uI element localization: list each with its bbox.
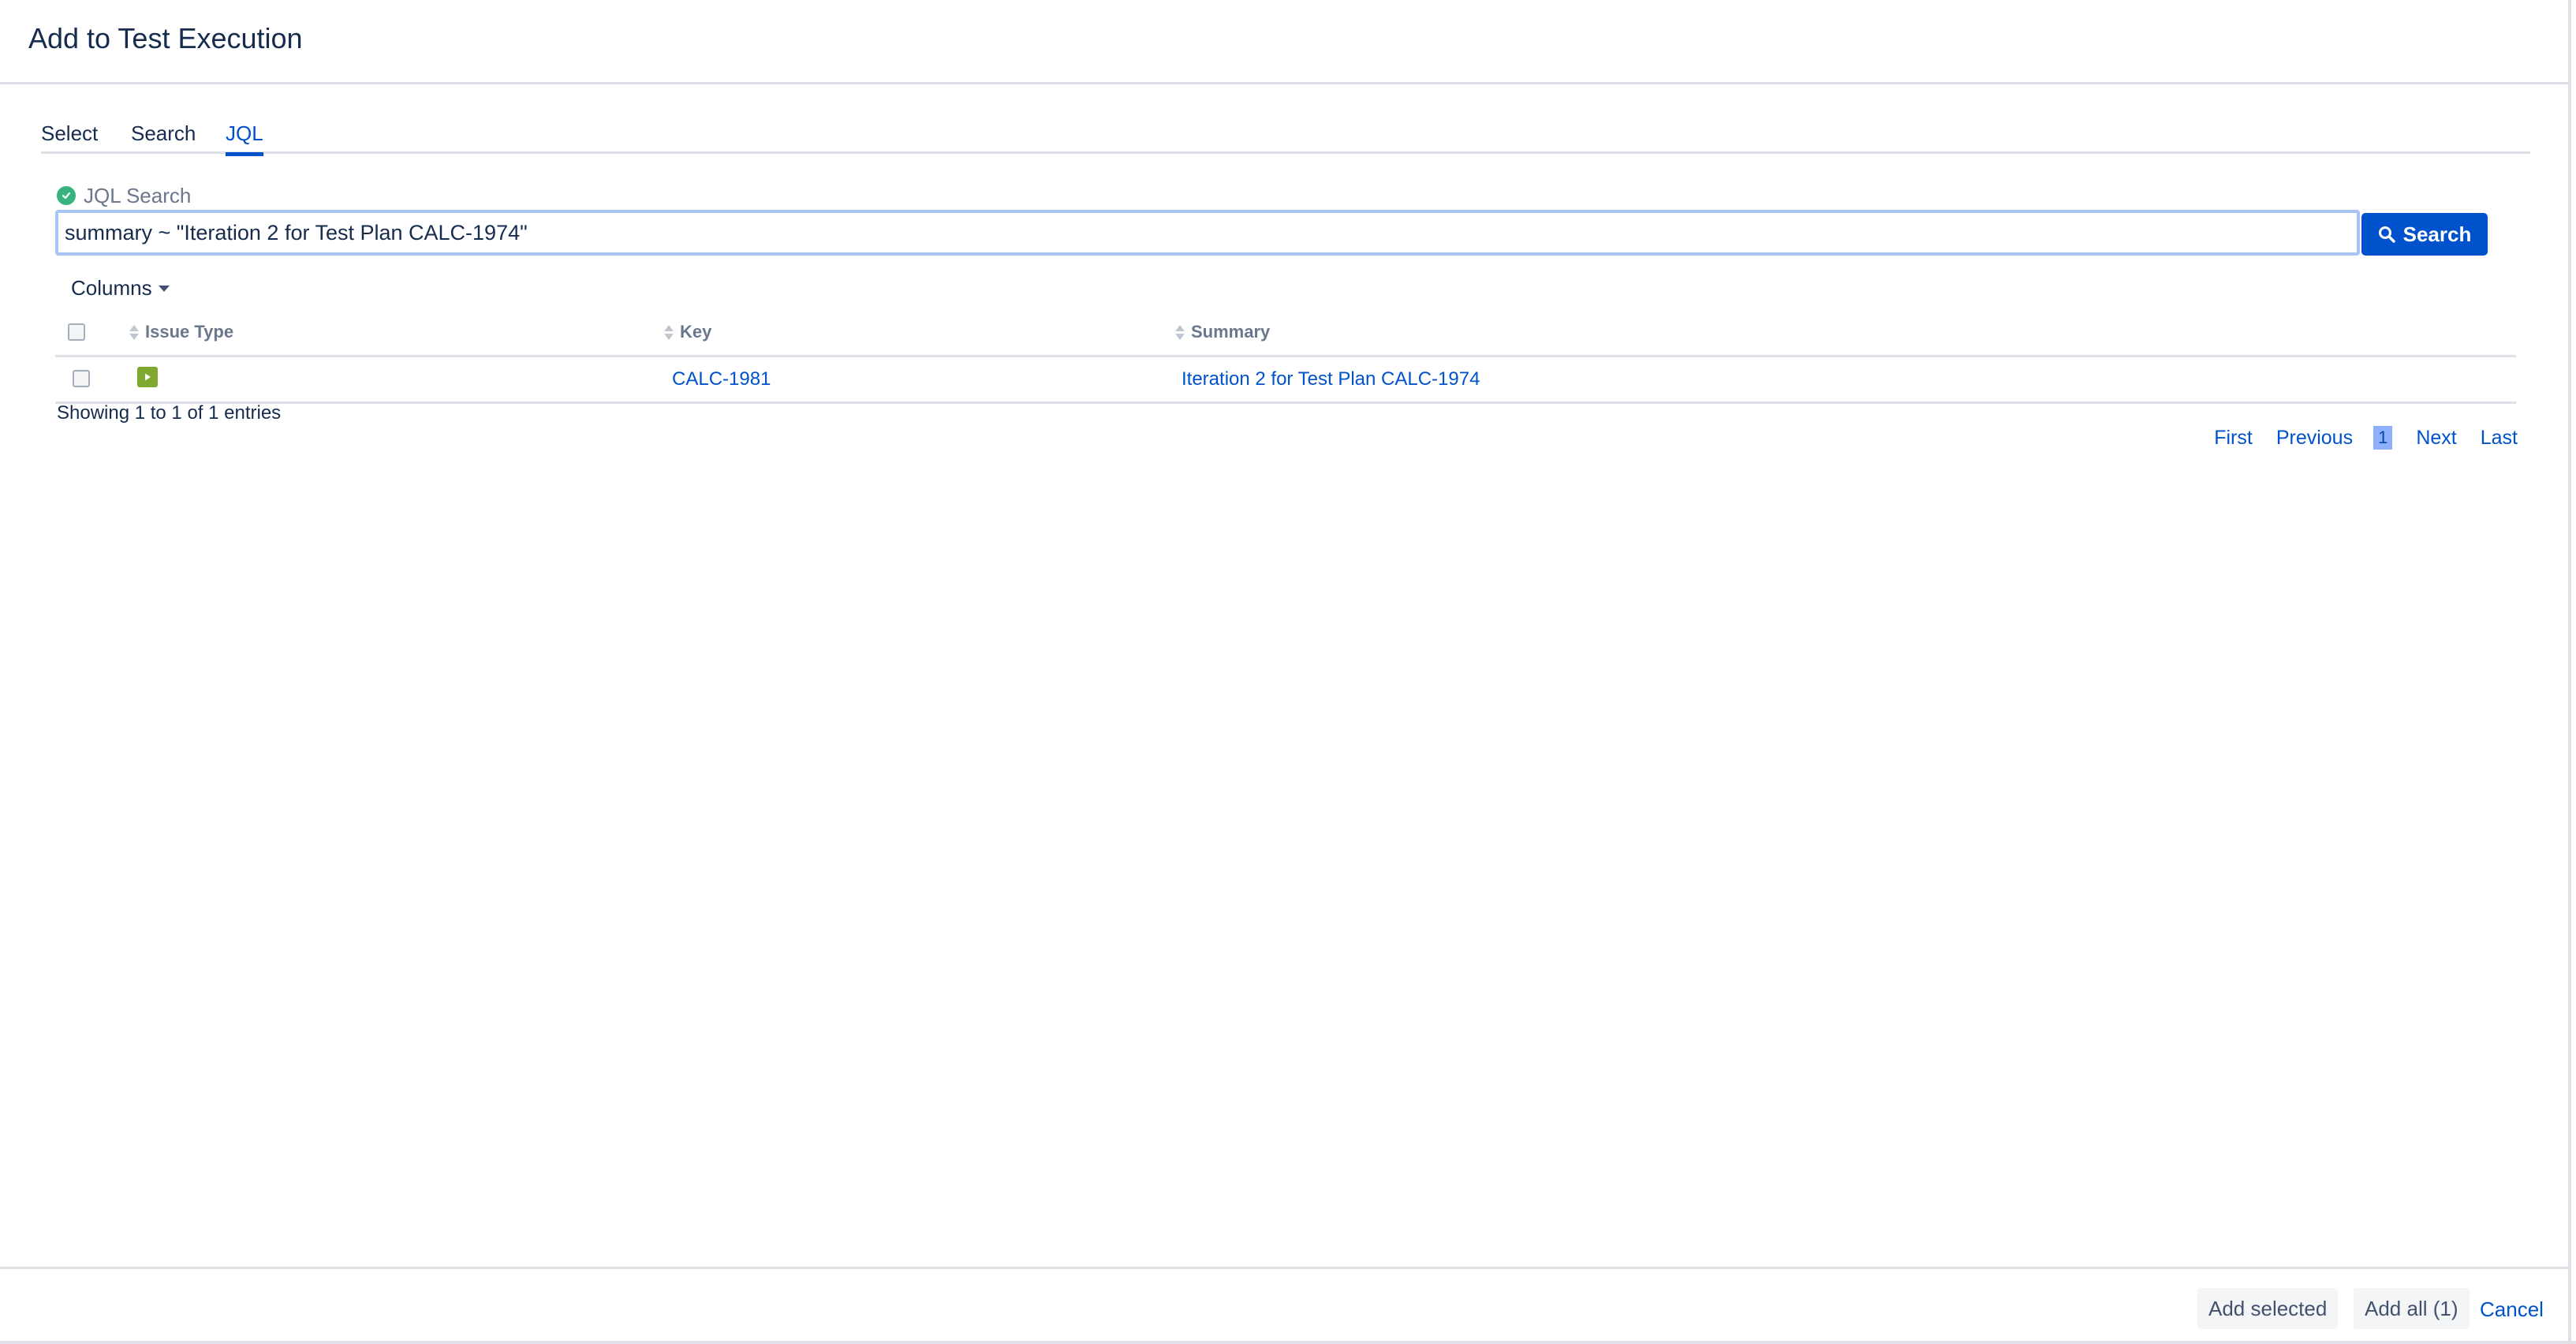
pagination-next[interactable]: Next [2416,427,2456,450]
search-button-label: Search [2402,222,2472,246]
column-header-summary-label: Summary [1191,322,1271,342]
tab-search[interactable]: Search [131,121,196,152]
pagination-current-page[interactable]: 1 [2373,426,2393,450]
select-all-checkbox[interactable] [68,323,85,341]
dialog-right-border [2568,0,2571,1344]
jql-label-row: JQL Search [57,183,191,208]
add-selected-button[interactable]: Add selected [2197,1288,2339,1329]
chevron-down-icon [158,285,170,292]
magnifier-icon [2378,226,2395,243]
sort-icon [129,324,139,340]
cancel-link[interactable]: Cancel [2480,1297,2544,1322]
test-execution-icon [137,367,158,387]
column-header-key[interactable]: Key [664,322,711,342]
column-header-key-label: Key [680,322,712,342]
table-header-row: Issue Type Key Summary [55,311,2516,357]
column-header-issue-type-label: Issue Type [145,322,234,342]
pagination-previous[interactable]: Previous [2276,427,2353,450]
search-button[interactable]: Search [2361,213,2488,256]
columns-dropdown[interactable]: Columns [71,276,170,301]
issue-key-link[interactable]: CALC-1981 [672,368,771,390]
row-checkbox[interactable] [73,370,90,387]
dialog-footer: Add selected Add all (1) Cancel [0,1267,2570,1343]
tab-jql[interactable]: JQL [226,121,263,156]
jql-search-label: JQL Search [84,183,192,207]
sort-icon [1175,324,1185,340]
issue-summary-link[interactable]: Iteration 2 for Test Plan CALC-1974 [1182,368,1480,390]
results-table: Issue Type Key Summary CALC-1981 Iterati… [55,311,2516,404]
tab-select[interactable]: Select [41,121,98,152]
sort-icon [664,324,674,340]
dialog-bottom-border [0,1341,2576,1344]
add-to-test-execution-dialog: Add to Test Execution Select Search JQL … [0,0,2576,1344]
pagination-last[interactable]: Last [2481,427,2518,450]
pagination-first[interactable]: First [2214,427,2253,450]
jql-query-input[interactable] [55,210,2360,256]
entries-info: Showing 1 to 1 of 1 entries [57,402,282,424]
tab-bar: Select Search JQL [41,118,2530,156]
table-row: CALC-1981 Iteration 2 for Test Plan CALC… [55,357,2516,404]
columns-label: Columns [71,276,152,300]
add-all-button[interactable]: Add all (1) [2354,1288,2470,1329]
column-header-issue-type[interactable]: Issue Type [129,322,233,342]
check-circle-icon [57,186,76,205]
dialog-header: Add to Test Execution [0,0,2570,84]
pagination: First Previous 1 Next Last [2190,426,2518,450]
column-header-summary[interactable]: Summary [1175,322,1270,342]
dialog-title: Add to Test Execution [28,22,303,54]
